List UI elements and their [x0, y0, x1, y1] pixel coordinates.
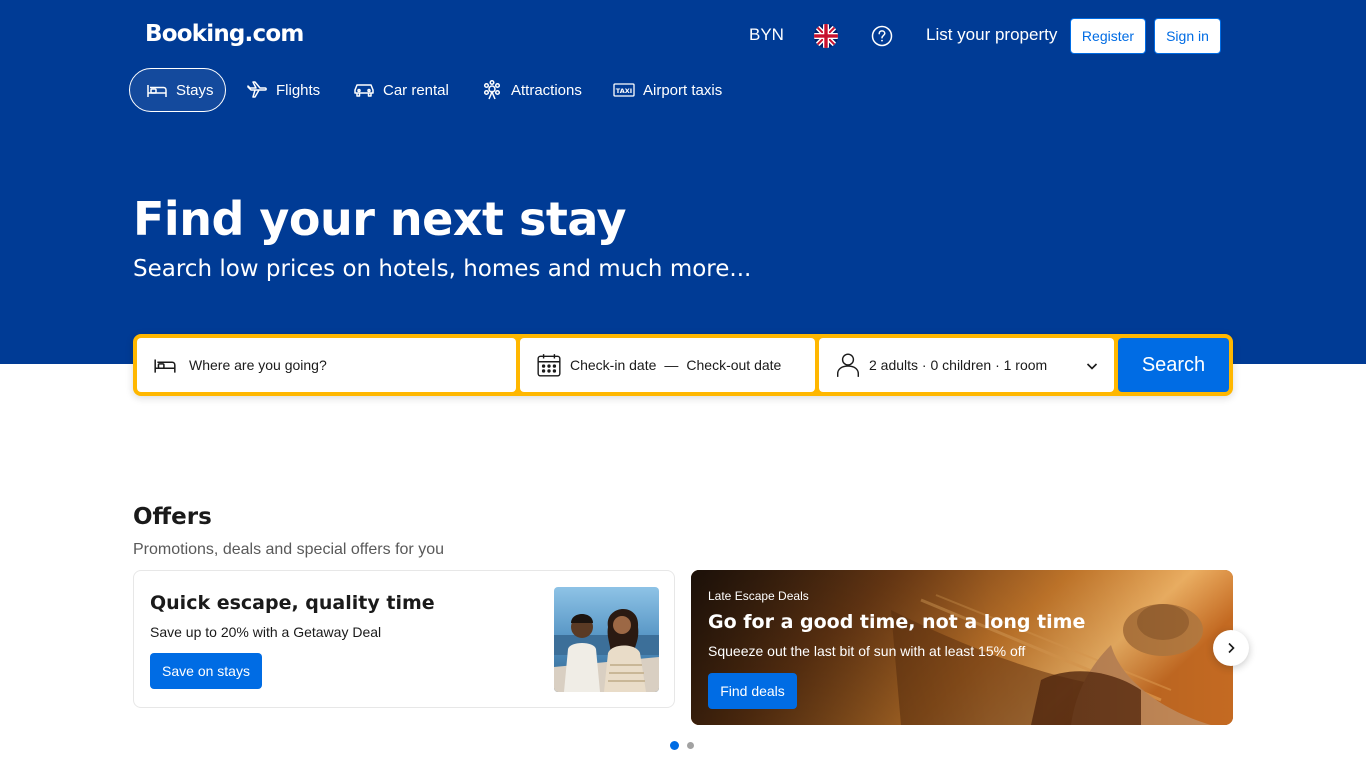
- person-icon: [837, 353, 859, 377]
- bed-icon: [154, 359, 176, 373]
- date-separator: —: [664, 357, 679, 373]
- offer-eyebrow: Late Escape Deals: [708, 589, 809, 603]
- chevron-right-icon: [1228, 642, 1235, 654]
- tab-label: Attractions: [511, 81, 582, 99]
- tab-label: Car rental: [383, 81, 449, 99]
- page-subtitle: Search low prices on hotels, homes and m…: [133, 256, 752, 282]
- offers-subtitle: Promotions, deals and special offers for…: [133, 541, 444, 558]
- date-range-picker[interactable]: Check-in date — Check-out date: [520, 338, 815, 392]
- sign-in-button[interactable]: Sign in: [1154, 18, 1221, 54]
- currency-selector[interactable]: BYN: [749, 25, 784, 45]
- plane-icon: [247, 81, 267, 98]
- calendar-icon: [537, 354, 561, 377]
- tab-flights[interactable]: Flights: [230, 68, 336, 112]
- page-title: Find your next stay: [133, 192, 627, 246]
- car-icon: [354, 84, 374, 97]
- couple-photo: [554, 587, 659, 692]
- carousel-dot-active[interactable]: [670, 741, 679, 750]
- attractions-icon: [483, 79, 501, 100]
- tab-attractions[interactable]: Attractions: [465, 68, 598, 112]
- offer-title: Go for a good time, not a long time: [708, 611, 1086, 633]
- tab-label: Flights: [276, 81, 321, 99]
- register-button[interactable]: Register: [1070, 18, 1146, 54]
- taxi-icon: TAXI: [613, 83, 635, 97]
- search-bar: Where are you going? Check-in date — Che…: [133, 334, 1233, 396]
- destination-input[interactable]: Where are you going?: [137, 338, 516, 392]
- help-icon[interactable]: [871, 25, 893, 47]
- offer-description: Save up to 20% with a Getaway Deal: [150, 624, 382, 640]
- tab-airport-taxis[interactable]: TAXI Airport taxis: [597, 68, 738, 112]
- tab-car-rental[interactable]: Car rental: [337, 68, 465, 112]
- hero-banner: Booking.com BYN List your property Regis…: [0, 0, 1366, 364]
- list-your-property-link[interactable]: List your property: [926, 25, 1057, 45]
- uk-flag-icon[interactable]: [814, 24, 838, 48]
- destination-placeholder: Where are you going?: [189, 357, 327, 373]
- chevron-down-icon: [1086, 363, 1098, 370]
- bed-icon: [147, 85, 167, 97]
- find-deals-button[interactable]: Find deals: [708, 673, 797, 709]
- svg-text:TAXI: TAXI: [616, 87, 632, 95]
- checkout-date: Check-out date: [686, 357, 782, 373]
- booking-logo[interactable]: Booking.com: [145, 21, 304, 47]
- save-on-stays-button[interactable]: Save on stays: [150, 653, 262, 689]
- offers-title: Offers: [133, 504, 212, 530]
- offer-description: Squeeze out the last bit of sun with at …: [708, 643, 1026, 659]
- search-button[interactable]: Search: [1118, 338, 1229, 392]
- carousel-next-button[interactable]: [1213, 630, 1249, 666]
- offer-card-getaway[interactable]: Quick escape, quality time Save up to 20…: [133, 570, 675, 708]
- offer-card-late-escape[interactable]: Late Escape Deals Go for a good time, no…: [691, 570, 1233, 725]
- occupancy-selector[interactable]: 2 adults · 0 children · 1 room: [819, 338, 1114, 392]
- tab-stays[interactable]: Stays: [129, 68, 226, 112]
- tab-label: Stays: [176, 81, 214, 99]
- occupancy-summary: 2 adults · 0 children · 1 room: [869, 357, 1048, 373]
- offer-title: Quick escape, quality time: [150, 592, 435, 614]
- tab-label: Airport taxis: [643, 81, 723, 99]
- checkin-date: Check-in date: [570, 357, 657, 373]
- carousel-dot[interactable]: [687, 742, 694, 749]
